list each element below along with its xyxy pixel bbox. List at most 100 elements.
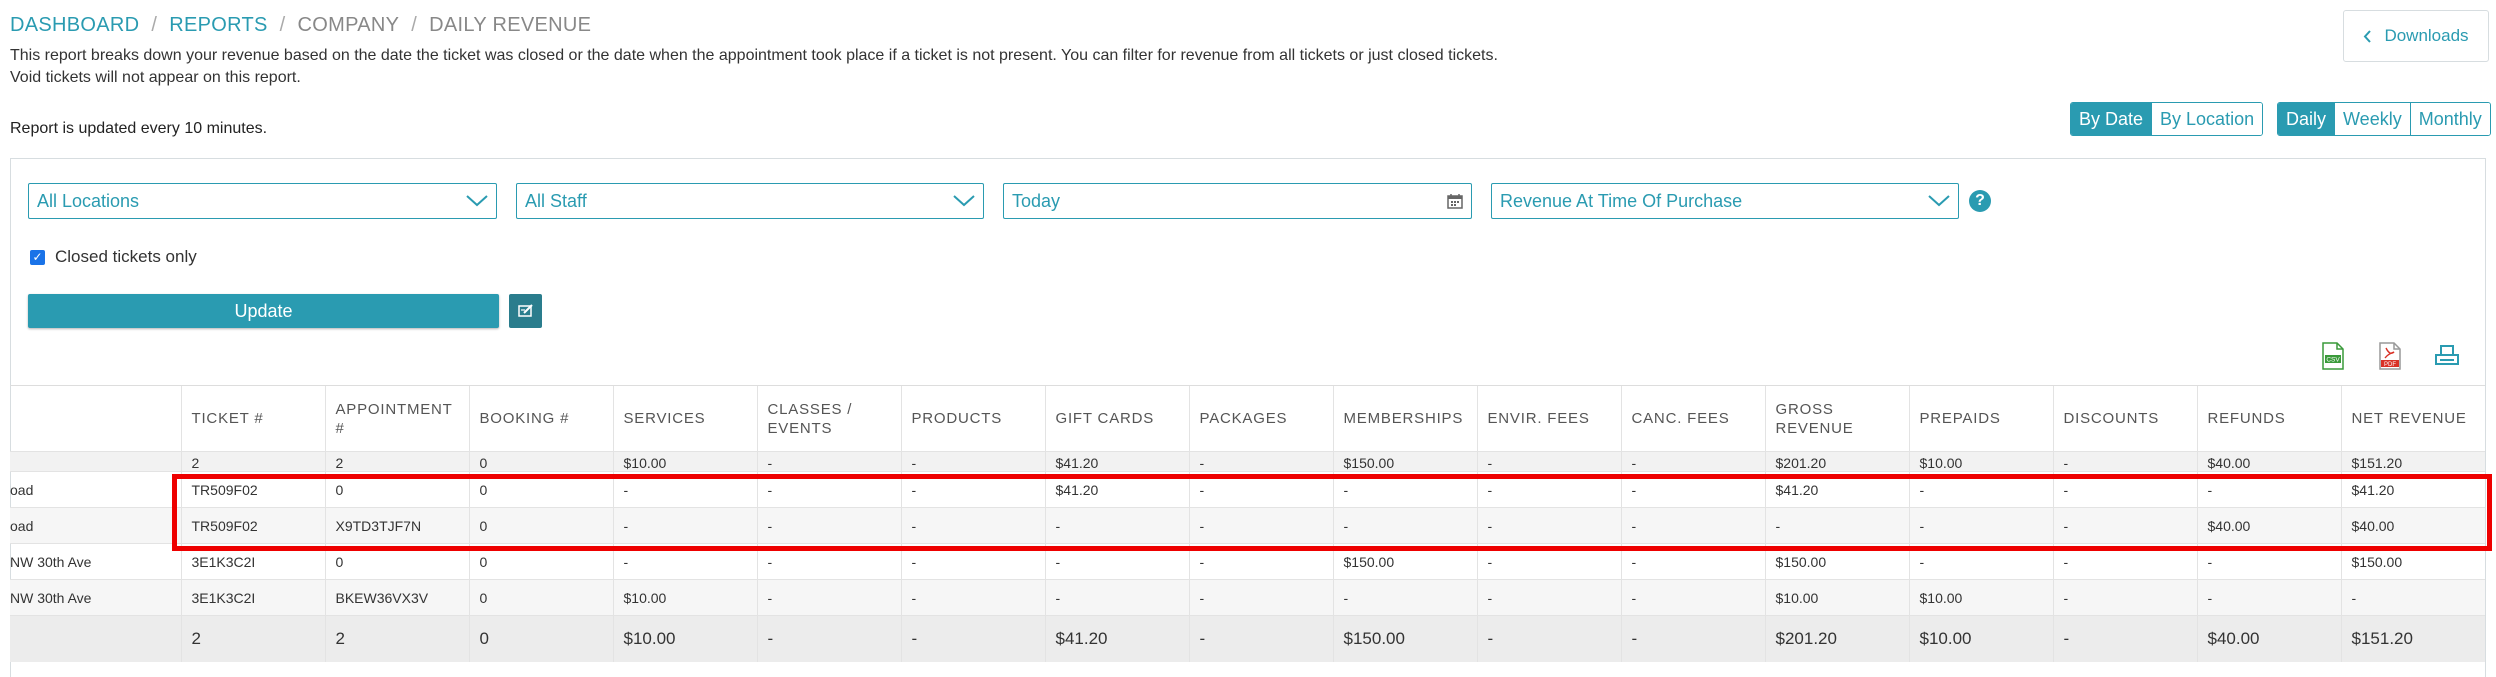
location-select-value: All Locations (37, 190, 140, 211)
by-location-button[interactable]: By Location (2151, 103, 2263, 135)
table-cell: $150.00 (1332, 615, 1477, 662)
table-cell: - (2052, 451, 2197, 472)
table-cell: $41.20 (1044, 451, 1189, 472)
table-cell: 2 (180, 615, 325, 662)
table-cell: - (1188, 451, 1333, 472)
edit-report-button[interactable] (509, 294, 542, 328)
column-header: DISCOUNTS (2052, 385, 2197, 452)
table-cell: $10.00 (1908, 451, 2053, 472)
column-header: CLASSES / EVENTS (756, 385, 901, 452)
table-cell: - (756, 579, 901, 616)
csv-file-icon: CSV (2322, 342, 2344, 370)
breadcrumb-company: COMPANY (297, 14, 400, 36)
downloads-label: Downloads (2384, 26, 2469, 45)
table-cell: - (1044, 579, 1189, 616)
table-cell: - (1188, 579, 1333, 616)
column-header: CANC. FEES (1620, 385, 1765, 452)
report-description-line: This report breaks down your revenue bas… (10, 47, 1498, 64)
column-header: BOOKING # (468, 385, 613, 452)
table-cell: 0 (468, 615, 613, 662)
table-row: NW 30th Ave 3E1K3C2I BKEW36VX3V 0 $10.00- - - -… (10, 579, 2485, 616)
monthly-button[interactable]: Monthly (2409, 103, 2490, 135)
table-cell: 2 (180, 451, 325, 472)
date-input-value: Today (1012, 190, 1061, 211)
table-cell: $10.00 (1908, 615, 2053, 662)
table-cell: - (1620, 579, 1765, 616)
table-cell: 0 (468, 451, 613, 472)
ticket-link[interactable]: 3E1K3C2I (180, 579, 325, 616)
closed-tickets-row: ✓ Closed tickets only (30, 247, 197, 267)
revenue-type-select-value: Revenue At Time Of Purchase (1500, 190, 1743, 211)
table-cell: - (2196, 579, 2341, 616)
table-cell: NW 30th Ave (10, 543, 181, 580)
column-header: PACKAGES (1188, 385, 1333, 452)
table-cell: - (1476, 451, 1621, 472)
table-cell: - (900, 615, 1045, 662)
table-cell: - (756, 615, 901, 662)
weekly-button[interactable]: Weekly (2334, 103, 2410, 135)
table-header-row: TICKET # APPOINTMENT # BOOKING # SERVICES CL… (10, 385, 2485, 452)
table-cell: $10.00 (612, 579, 757, 616)
report-description-line: Void tickets will not appear on this rep… (10, 69, 301, 86)
print-button[interactable] (2431, 340, 2463, 372)
chevron-left-icon (2364, 29, 2372, 43)
breadcrumb-reports[interactable]: REPORTS (169, 14, 267, 36)
breadcrumb-separator: / (151, 14, 158, 36)
help-icon[interactable]: ? (1969, 190, 1991, 212)
column-header: TICKET # (180, 385, 325, 452)
table-cell: $151.20 (2340, 451, 2485, 472)
table-cell: $41.20 (1044, 615, 1189, 662)
csv-export-button[interactable]: CSV (2317, 340, 2349, 372)
breadcrumb-separator: / (279, 14, 286, 36)
table-cell (10, 451, 181, 472)
table-cell (10, 615, 181, 662)
print-icon (2435, 345, 2459, 365)
column-header: ENVIR. FEES (1476, 385, 1621, 452)
table-cell: - (2340, 579, 2485, 616)
date-input[interactable]: Today (1003, 183, 1472, 219)
column-header: SERVICES (612, 385, 757, 452)
svg-text:PDF: PDF (2384, 362, 2396, 368)
downloads-button[interactable]: Downloads (2343, 10, 2489, 62)
closed-tickets-checkbox[interactable]: ✓ (30, 249, 45, 265)
table-cell: - (1188, 615, 1333, 662)
chevron-down-icon (953, 195, 975, 207)
table-cell: - (1332, 579, 1477, 616)
column-header-location (10, 385, 181, 452)
table-cell: oad (10, 471, 181, 508)
calendar-icon[interactable] (1447, 193, 1463, 209)
closed-tickets-label[interactable]: Closed tickets only (55, 247, 197, 267)
appointment-link[interactable]: BKEW36VX3V (324, 579, 469, 616)
table-cell: - (900, 579, 1045, 616)
table-cell: 2 (324, 451, 469, 472)
staff-select-value: All Staff (525, 190, 587, 211)
table-cell: $40.00 (2196, 451, 2341, 472)
pdf-export-button[interactable]: PDF (2374, 340, 2406, 372)
table-cell: - (2052, 579, 2197, 616)
table-cell: oad (10, 507, 181, 544)
period-toggle: Daily Weekly Monthly (2277, 102, 2491, 136)
location-select[interactable]: All Locations (28, 183, 497, 219)
view-toggle: By Date By Location (2070, 102, 2264, 136)
table-cell: $201.20 (1764, 615, 1909, 662)
column-header: MEMBERSHIPS (1332, 385, 1477, 452)
table-cell: - (756, 451, 901, 472)
pdf-file-icon: PDF (2379, 342, 2401, 370)
table-cell: $40.00 (2196, 615, 2341, 662)
breadcrumb: DASHBOARD / REPORTS / COMPANY / DAILY REVENUE (10, 14, 591, 37)
highlight-box (172, 474, 2492, 551)
table-cell: - (900, 451, 1045, 472)
update-button[interactable]: Update (28, 294, 499, 328)
column-header: PREPAIDS (1908, 385, 2053, 452)
updated-note: Report is updated every 10 minutes. (10, 120, 268, 137)
table-cell: $150.00 (1332, 451, 1477, 472)
table-cell: - (1620, 451, 1765, 472)
table-cell: $10.00 (1764, 579, 1909, 616)
chevron-down-icon (1928, 195, 1950, 207)
staff-select[interactable]: All Staff (516, 183, 984, 219)
revenue-type-select[interactable]: Revenue At Time Of Purchase (1491, 183, 1959, 219)
by-date-button[interactable]: By Date (2071, 103, 2152, 135)
breadcrumb-dashboard[interactable]: DASHBOARD (10, 14, 139, 36)
daily-button[interactable]: Daily (2278, 103, 2335, 135)
column-header: GIFT CARDS (1044, 385, 1189, 452)
